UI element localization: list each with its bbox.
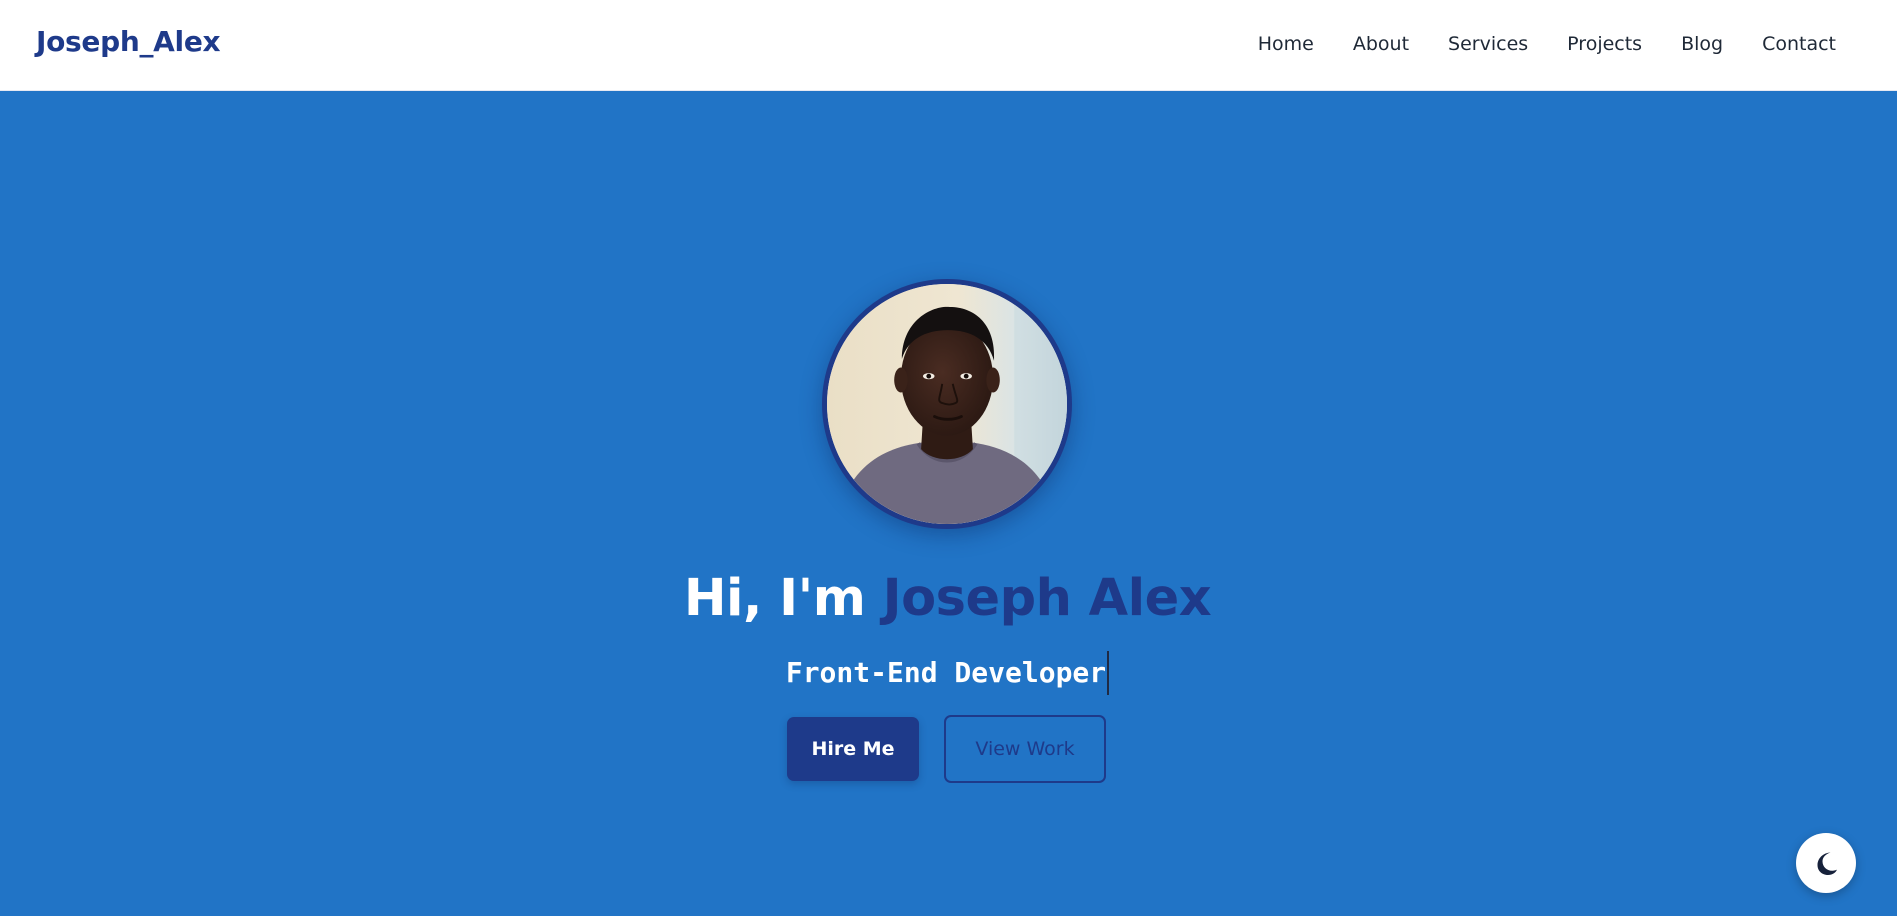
- nav-link-about[interactable]: About: [1353, 33, 1409, 55]
- page: Joseph_Alex Home About Services Projects…: [0, 0, 1897, 916]
- theme-toggle-button[interactable]: [1796, 833, 1856, 893]
- hero-heading: Hi, I'm Joseph Alex: [0, 569, 1895, 628]
- site-logo[interactable]: Joseph_Alex: [36, 25, 221, 58]
- nav-link-projects[interactable]: Projects: [1567, 33, 1642, 55]
- nav-menu: Home About Services Projects Blog Contac…: [1258, 33, 1836, 55]
- hero-section: Hi, I'm Joseph Alex Front-End Developer …: [0, 91, 1897, 916]
- moon-icon: [1812, 849, 1840, 877]
- hire-me-button[interactable]: Hire Me: [787, 717, 919, 781]
- navbar: Joseph_Alex Home About Services Projects…: [0, 0, 1897, 91]
- view-work-button[interactable]: View Work: [944, 715, 1106, 783]
- typed-role-text: Front-End Developer: [786, 651, 1110, 695]
- nav-link-home[interactable]: Home: [1258, 33, 1314, 55]
- nav-link-contact[interactable]: Contact: [1762, 33, 1836, 55]
- profile-photo: [827, 284, 1067, 524]
- role-line: Front-End Developer: [0, 651, 1895, 695]
- profile-avatar: [822, 279, 1072, 529]
- greeting-prefix: Hi, I'm: [683, 569, 883, 628]
- nav-link-services[interactable]: Services: [1448, 33, 1528, 55]
- nav-link-blog[interactable]: Blog: [1681, 33, 1723, 55]
- greeting-name: Joseph Alex: [882, 569, 1212, 628]
